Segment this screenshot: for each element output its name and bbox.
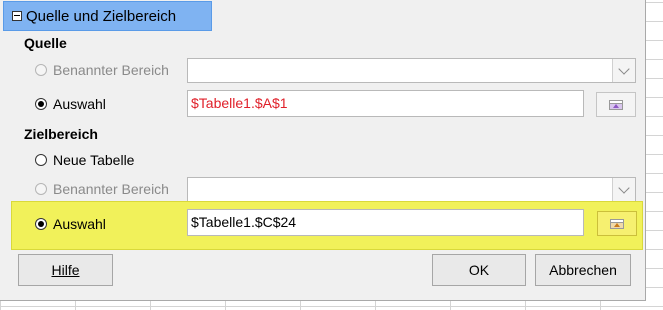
source-selection-input[interactable]: $Tabelle1.$A$1 <box>187 90 584 117</box>
shrink-icon <box>609 99 623 110</box>
target-selection-label: Auswahl <box>53 216 106 232</box>
source-selection-label: Auswahl <box>53 96 106 112</box>
cancel-button-label: Abbrechen <box>549 262 617 278</box>
target-combo-dropdown-button[interactable] <box>612 178 635 201</box>
source-destination-expander[interactable]: Quelle und Zielbereich <box>3 1 212 31</box>
expander-minus-icon <box>12 11 22 21</box>
expander-label: Quelle und Zielbereich <box>26 7 177 25</box>
radio-button[interactable] <box>35 64 47 76</box>
target-selection-input[interactable]: $Tabelle1.$C$24 <box>187 209 584 236</box>
chevron-down-icon <box>618 181 630 194</box>
target-shrink-button[interactable] <box>597 211 637 236</box>
target-named-range-combo[interactable] <box>187 177 636 202</box>
target-selection-radio[interactable]: Auswahl <box>35 216 106 232</box>
radio-button[interactable] <box>35 98 47 110</box>
ok-button-label: OK <box>468 262 490 278</box>
source-shrink-button[interactable] <box>596 92 636 117</box>
source-named-range-combo[interactable] <box>187 58 636 83</box>
ok-button[interactable]: OK <box>432 254 526 286</box>
help-button-label: Hilfe <box>51 262 80 278</box>
source-combo-dropdown-button[interactable] <box>612 59 635 82</box>
target-new-sheet-radio[interactable]: Neue Tabelle <box>35 152 134 168</box>
cancel-button[interactable]: Abbrechen <box>535 254 631 286</box>
shrink-icon <box>610 218 624 229</box>
radio-button[interactable] <box>35 183 47 195</box>
help-button[interactable]: Hilfe <box>18 254 113 286</box>
radio-button[interactable] <box>35 154 47 166</box>
target-new-sheet-label: Neue Tabelle <box>53 152 135 168</box>
source-named-range-radio[interactable]: Benannter Bereich <box>35 62 169 78</box>
target-named-range-label: Benannter Bereich <box>53 181 169 197</box>
target-named-range-radio[interactable]: Benannter Bereich <box>35 181 169 197</box>
source-selection-radio[interactable]: Auswahl <box>35 96 106 112</box>
chevron-down-icon <box>618 62 630 75</box>
source-section-title: Quelle <box>24 35 67 51</box>
source-named-range-label: Benannter Bereich <box>53 62 169 78</box>
target-section-title: Zielbereich <box>24 126 98 142</box>
radio-button[interactable] <box>35 218 47 230</box>
pivot-table-dialog: Quelle und Zielbereich Quelle Benannter … <box>0 0 646 301</box>
